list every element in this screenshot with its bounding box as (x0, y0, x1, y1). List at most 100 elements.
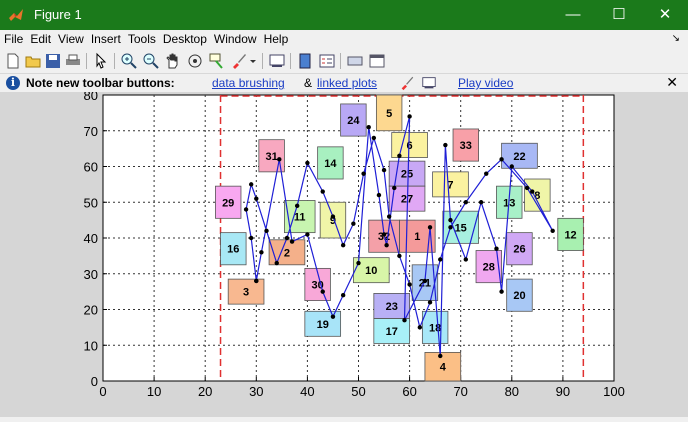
x-tick-label: 80 (505, 384, 519, 399)
x-tick-label: 60 (402, 384, 416, 399)
colorbar-icon[interactable] (296, 52, 314, 70)
box-label: 29 (222, 197, 234, 209)
path-point (448, 217, 453, 223)
path-point (417, 325, 423, 330)
show-tools-icon[interactable] (368, 52, 386, 70)
box-label: 1 (414, 231, 420, 243)
close-button[interactable]: ✕ (642, 0, 688, 30)
path-point (402, 318, 407, 323)
box-label: 31 (266, 151, 278, 163)
new-figure-icon[interactable] (4, 52, 22, 70)
path-point (381, 167, 387, 173)
box-26: 26 (506, 232, 533, 266)
path-point (438, 257, 443, 262)
y-tick-label: 70 (84, 124, 98, 139)
path-point (397, 253, 402, 259)
box-label: 22 (513, 151, 525, 163)
brush-dropdown-icon[interactable] (248, 52, 258, 70)
box-3: 3 (227, 278, 265, 305)
path-point (392, 185, 397, 191)
info-ampersand: & (304, 76, 313, 90)
box-label: 20 (513, 290, 525, 302)
box-label: 17 (386, 326, 398, 338)
path-point (448, 225, 453, 230)
y-tick-label: 20 (84, 303, 98, 318)
menu-file[interactable]: File (0, 30, 26, 46)
path-point (397, 153, 402, 158)
box-12: 12 (557, 217, 584, 251)
menu-desktop[interactable]: Desktop (159, 30, 210, 46)
menu-edit[interactable]: Edit (26, 30, 54, 46)
path-point (509, 164, 514, 169)
box-19: 19 (304, 310, 342, 337)
menu-help[interactable]: Help (260, 30, 292, 46)
path-point (499, 157, 504, 162)
figure-area: 1 2 3 4 5 6 7 8 9 10 11 12 13 14 15 16 17 18 19 20 21 22 23 24 2… (0, 88, 688, 417)
menu-overflow-icon[interactable]: ↘ (672, 33, 680, 44)
x-tick-label: 30 (249, 384, 263, 399)
box-label: 24 (347, 115, 360, 127)
y-tick-label: 50 (84, 195, 98, 210)
box-label: 10 (365, 265, 377, 277)
path-point (248, 182, 254, 187)
x-tick-label: 20 (198, 384, 212, 399)
open-icon[interactable] (24, 52, 42, 70)
linked-plots-link[interactable]: linked plots (317, 76, 377, 90)
box-label: 5 (386, 108, 392, 120)
path-point (264, 228, 269, 234)
path-point (376, 192, 382, 198)
box-9: 9 (319, 201, 347, 239)
path-point (407, 282, 412, 287)
hide-tools-icon[interactable] (346, 52, 364, 70)
box-8: 8 (524, 178, 551, 212)
rotate-3d-icon[interactable] (186, 52, 204, 70)
data-cursor-icon[interactable] (208, 52, 226, 70)
path-point (484, 171, 489, 176)
path-point (361, 171, 366, 176)
zoom-out-icon[interactable] (142, 52, 160, 70)
maximize-button[interactable]: ☐ (596, 0, 642, 30)
box-20: 20 (506, 278, 533, 312)
brush-icon[interactable] (230, 52, 248, 70)
box-label: 11 (294, 212, 306, 224)
pan-icon[interactable] (164, 52, 182, 70)
x-tick-label: 50 (351, 384, 365, 399)
box-2: 2 (268, 239, 306, 266)
x-tick-label: 100 (603, 384, 625, 399)
menu-tools[interactable]: Tools (124, 30, 159, 46)
menu-view[interactable]: View (54, 30, 87, 46)
print-icon[interactable] (64, 52, 82, 70)
menu-window[interactable]: Window (210, 30, 260, 46)
box-label: 14 (324, 158, 337, 170)
box-label: 19 (317, 319, 329, 331)
link-plot-icon[interactable] (268, 52, 286, 70)
path-point (254, 196, 259, 201)
path-point (427, 225, 433, 230)
box-label: 3 (243, 287, 249, 299)
zoom-in-icon[interactable] (120, 52, 138, 70)
legend-icon[interactable] (318, 52, 336, 70)
box-25: 25 (388, 160, 426, 187)
figure-toolbar (0, 49, 688, 74)
path-point (478, 200, 484, 205)
path-point (259, 250, 264, 255)
box-label: 2 (284, 247, 290, 259)
pointer-icon[interactable] (92, 52, 110, 70)
y-tick-label: 10 (84, 338, 98, 353)
data-brushing-link[interactable]: data brushing (212, 76, 285, 90)
path-point (254, 278, 259, 284)
minimize-button[interactable]: — (550, 0, 596, 30)
save-icon[interactable] (44, 52, 62, 70)
box-label: 26 (513, 244, 525, 256)
menu-insert[interactable]: Insert (87, 30, 124, 46)
info-close-icon[interactable]: ✕ (666, 74, 678, 91)
path-point (371, 135, 377, 141)
box-33: 33 (452, 128, 479, 162)
play-video-link[interactable]: Play video (458, 76, 513, 90)
y-tick-label: 0 (91, 374, 98, 389)
x-tick-label: 90 (556, 384, 570, 399)
brush-icon (401, 76, 414, 91)
box-label: 28 (483, 262, 495, 274)
path-point (305, 232, 310, 237)
plot-canvas[interactable]: 1234567891011121314151617 181920212223242… (0, 88, 688, 417)
